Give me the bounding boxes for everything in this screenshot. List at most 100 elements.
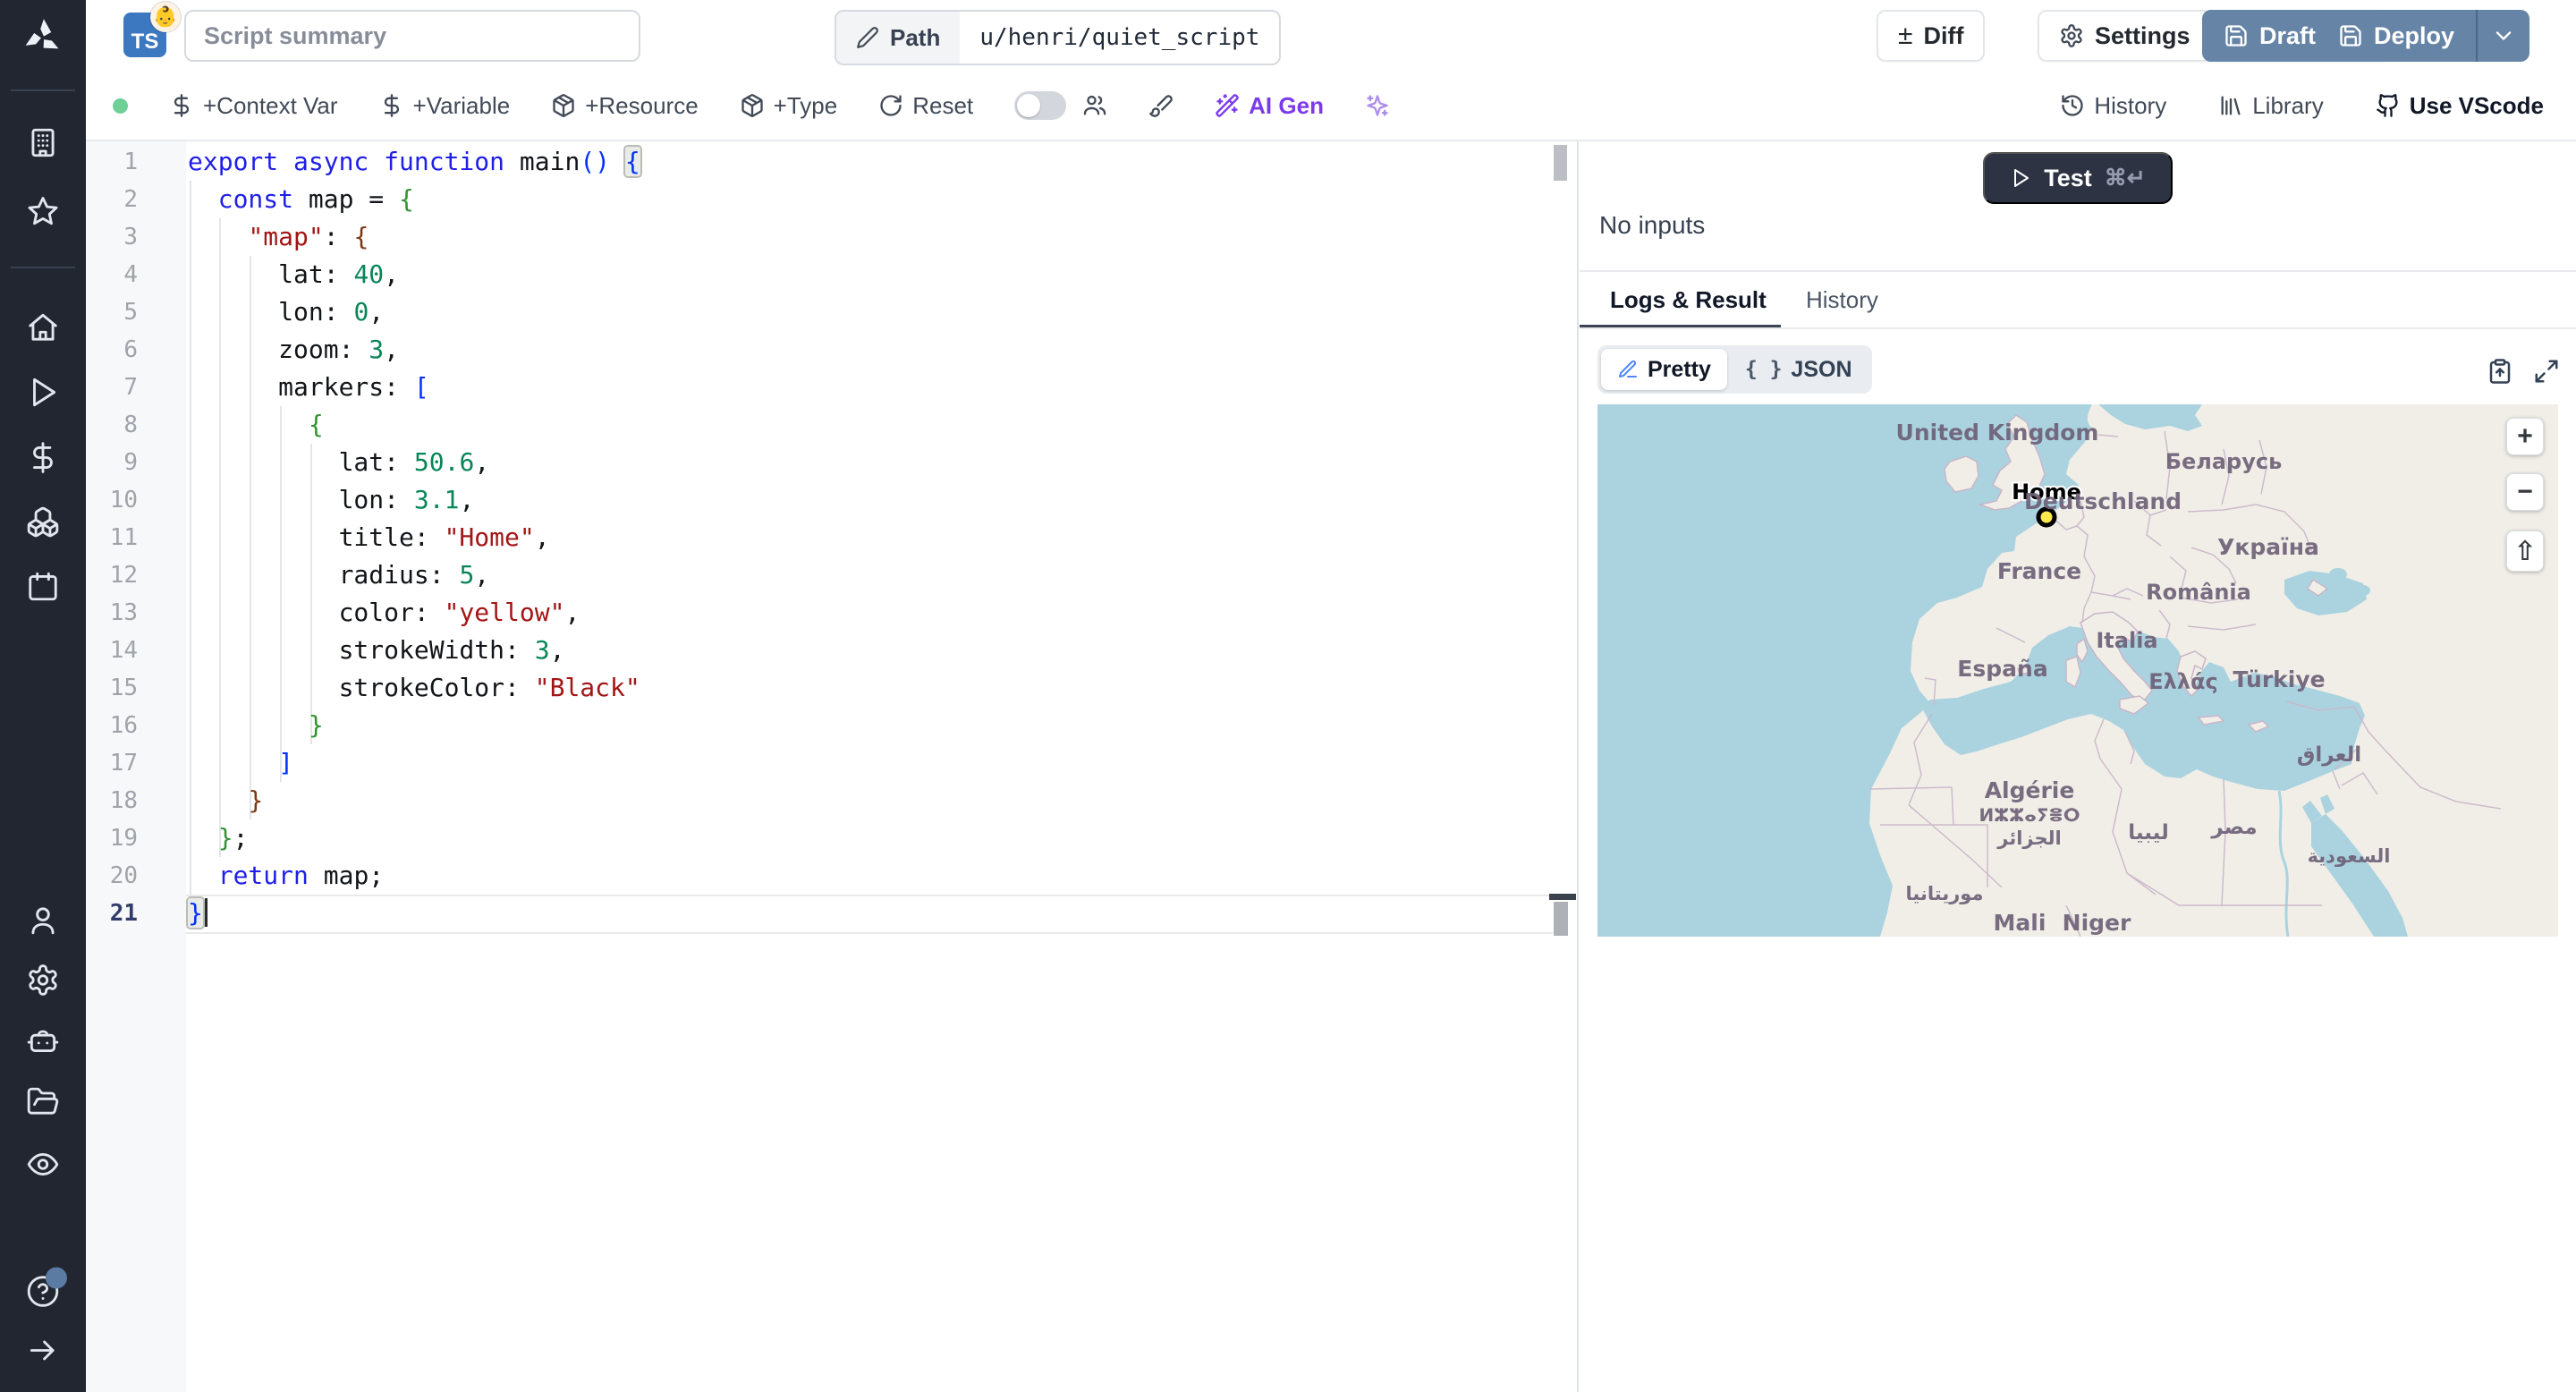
svg-text:România: România [2146,580,2251,605]
code-line[interactable]: 12 radius: 5, [86,556,1576,594]
sidebar-item-runs[interactable] [26,376,60,414]
result-map[interactable]: Home United Kingdom Беларусь Deutschland Ук… [1597,404,2558,937]
sidebar-item-folders[interactable] [26,1085,60,1124]
deploy-split-button: Deploy [2317,10,2530,62]
sidebar-expand-icon[interactable] [26,1334,60,1372]
plus-minus-icon: ± [1898,21,1913,50]
deploy-dropdown-button[interactable] [2476,10,2529,62]
gear-icon [2061,24,2082,47]
test-button[interactable]: Test ⌘↵ [1983,152,2173,204]
package-icon [741,94,763,117]
result-tabs: Logs & Result History [1580,272,2576,329]
sidebar-item-workspace[interactable] [26,126,60,165]
code-line[interactable]: 15 strokeColor: "Black" [86,669,1576,707]
map-zoom-out-button[interactable]: − [2506,473,2544,511]
sparkles-icon[interactable] [1365,93,1390,118]
add-variable-button[interactable]: +Variable [379,92,510,120]
sidebar-item-audit-logs[interactable] [26,1148,60,1186]
copy-result-icon[interactable] [2487,358,2513,385]
code-line[interactable]: 7 markers: [ [86,369,1576,406]
svg-text:ⵍⵣⵣⴰⵢⴻⵔ: ⵍⵣⵣⴰⵢⴻⵔ [1979,804,2080,826]
path-value[interactable]: u/henri/quiet_script [960,12,1279,64]
sidebar-item-favorites[interactable] [26,195,60,233]
code-line[interactable]: 11 title: "Home", [86,519,1576,556]
code-editor[interactable]: 1 export async function main() {2 const m… [86,141,1576,1392]
sidebar-item-resources[interactable] [26,505,60,544]
svg-text:ليبيا: ليبيا [2128,821,2168,845]
code-line[interactable]: 13 color: "yellow", [86,594,1576,632]
add-context-var-button[interactable]: +Context Var [169,92,338,120]
svg-text:France: France [1997,558,2081,584]
code-line[interactable]: 6 zoom: 3, [86,331,1576,369]
dollar-icon [384,94,399,117]
wand-icon [1216,94,1239,117]
tab-history[interactable]: History [1806,286,1878,314]
library-button[interactable]: Library [2218,92,2324,120]
status-dot [113,98,128,114]
svg-text:Türkiye: Türkiye [2233,666,2325,692]
reset-button[interactable]: Reset [878,92,973,120]
panel-splitter[interactable] [1577,141,1579,1392]
pencil-icon [857,27,878,48]
deploy-button[interactable]: Deploy [2317,10,2476,62]
code-line[interactable]: 17 ] [86,744,1576,782]
package-icon [553,94,574,117]
expand-result-icon[interactable] [2533,358,2560,385]
help-icon[interactable] [26,1267,67,1313]
code-line[interactable]: 10 lon: 3.1, [86,481,1576,519]
code-line[interactable]: 19 }; [86,819,1576,857]
code-line[interactable]: 21} [86,895,1576,932]
sidebar-item-schedules[interactable] [26,570,60,608]
use-vscode-button[interactable]: Use VScode [2376,92,2544,120]
view-pretty[interactable]: Pretty [1601,349,1727,390]
path-label: Path [836,12,961,64]
sidebar-item-user[interactable] [26,904,60,942]
map-recenter-button[interactable]: ⇧ [2506,530,2544,572]
save-icon [2340,25,2361,47]
tab-logs-result[interactable]: Logs & Result [1610,286,1767,314]
github-icon [2376,94,2398,117]
svg-text:موريتانيا: موريتانيا [1906,883,1984,904]
braces-icon: { } [1744,358,1783,381]
svg-text:Niger: Niger [2063,910,2131,936]
code-line[interactable]: 20 return map; [86,857,1576,895]
history-button[interactable]: History [2060,92,2166,120]
code-line[interactable]: 14 strokeWidth: 3, [86,632,1576,669]
code-line[interactable]: 5 lon: 0, [86,293,1576,331]
format-button[interactable] [1148,93,1174,118]
map-zoom-in-button[interactable]: + [2506,418,2544,455]
windmill-logo-icon[interactable] [22,17,64,63]
code-line[interactable]: 3 "map": { [86,218,1576,256]
sidebar-item-workers[interactable] [26,1024,60,1063]
ai-gen-button[interactable]: AI Gen [1215,92,1324,120]
code-line[interactable]: 16 } [86,707,1576,744]
summary-input[interactable] [184,10,640,62]
code-line[interactable]: 9 lat: 50.6, [86,444,1576,481]
map-canvas: Home United KingdomБеларусьDeutschlandУк… [1597,404,2558,937]
add-type-button[interactable]: +Type [740,92,837,120]
code-line[interactable]: 1 export async function main() { [86,143,1576,181]
svg-text:Italia: Italia [2096,628,2157,653]
svg-text:Беларусь: Беларусь [2165,449,2283,474]
sidebar-item-settings[interactable] [26,963,60,1002]
path-group[interactable]: Path u/henri/quiet_script [835,10,1282,65]
no-inputs-text: No inputs [1599,211,1706,239]
run-panel: Test ⌘↵ No inputs Logs & Result History … [1580,141,2576,1392]
sidebar-divider [11,267,75,268]
code-line[interactable]: 8 { [86,406,1576,444]
settings-button[interactable]: Settings [2038,10,2212,62]
sidebar-item-home[interactable] [26,311,60,350]
diff-button[interactable]: ± Diff [1877,10,1986,62]
editor-scrollbar-thumb[interactable] [1554,145,1567,181]
editor-toolbar: +Context Var +Variable +Resource +Type R… [86,72,2576,141]
save-icon [2225,25,2247,47]
view-json[interactable]: { } JSON [1729,349,1868,390]
dollar-icon [174,94,190,117]
code-line[interactable]: 18 } [86,782,1576,819]
add-resource-button[interactable]: +Resource [551,92,699,120]
code-line[interactable]: 2 const map = { [86,181,1576,218]
code-line[interactable]: 4 lat: 40, [86,256,1576,293]
chevron-down-icon [2496,31,2512,40]
sidebar-item-variables[interactable] [26,441,60,480]
collab-toggle[interactable] [1014,91,1067,120]
